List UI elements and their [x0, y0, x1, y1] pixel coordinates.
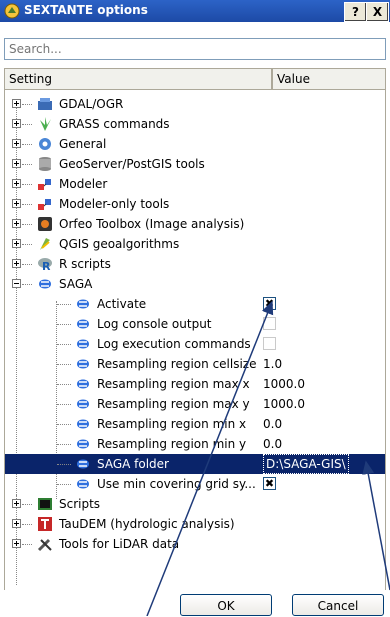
activate-checkbox[interactable]: ✖	[263, 297, 276, 310]
ok-button[interactable]: OK	[180, 594, 272, 616]
saga-icon	[77, 319, 89, 329]
saga-icon	[77, 459, 89, 469]
expand-icon[interactable]	[12, 239, 21, 248]
saga-icon	[77, 299, 89, 309]
title-bar: SEXTANTE options ? X	[0, 0, 390, 22]
tree-group-orfeo[interactable]: Orfeo Toolbox (Image analysis)	[5, 214, 385, 234]
saga-icon	[77, 479, 89, 489]
min-y-value[interactable]: 0.0	[263, 434, 282, 454]
qgis-icon	[40, 238, 50, 250]
expand-icon[interactable]	[12, 179, 21, 188]
help-button[interactable]: ?	[344, 2, 367, 22]
database-icon	[39, 157, 51, 171]
expand-icon[interactable]	[12, 519, 21, 528]
tree-group-modeler[interactable]: Modeler	[5, 174, 385, 194]
gdal-icon	[38, 98, 52, 110]
expand-icon[interactable]	[12, 539, 21, 548]
modeler-icon	[38, 179, 51, 190]
saga-icon	[77, 379, 89, 389]
setting-row-min-x[interactable]: Resampling region min x 0.0	[5, 414, 385, 434]
log-console-checkbox[interactable]	[263, 317, 276, 330]
tree-group-grass[interactable]: GRASS commands	[5, 114, 385, 134]
setting-row-min-y[interactable]: Resampling region min y 0.0	[5, 434, 385, 454]
min-covering-checkbox[interactable]: ✖	[263, 477, 276, 490]
setting-row-max-y[interactable]: Resampling region max y 1000.0	[5, 394, 385, 414]
svg-text:R: R	[42, 260, 51, 272]
setting-row-saga-folder[interactable]: SAGA folder D:\SAGA-GIS\	[5, 454, 385, 474]
expand-icon[interactable]	[12, 159, 21, 168]
tree-group-scripts[interactable]: Scripts	[5, 494, 385, 514]
window-title: SEXTANTE options	[24, 3, 148, 17]
search-input[interactable]	[4, 38, 386, 60]
expand-icon[interactable]	[12, 259, 21, 268]
gear-icon	[39, 138, 51, 150]
scripts-icon	[38, 498, 52, 510]
setting-row-log-console[interactable]: Log console output	[5, 314, 385, 334]
tree-group-taudem[interactable]: TauDEM (hydrologic analysis)	[5, 514, 385, 534]
setting-row-max-x[interactable]: Resampling region max x 1000.0	[5, 374, 385, 394]
expand-icon[interactable]	[12, 219, 21, 228]
tree-group-geoserver[interactable]: GeoServer/PostGIS tools	[5, 154, 385, 174]
tools-icon	[37, 538, 52, 552]
orfeo-icon	[38, 217, 52, 231]
expand-icon[interactable]	[12, 199, 21, 208]
tree-group-lidar[interactable]: Tools for LiDAR data	[5, 534, 385, 554]
setting-row-log-execution[interactable]: Log execution commands	[5, 334, 385, 354]
dialog-footer: OK Cancel	[0, 592, 390, 616]
sextante-icon	[4, 3, 20, 19]
setting-row-activate[interactable]: Activate ✖	[5, 294, 385, 314]
max-y-value[interactable]: 1000.0	[263, 394, 305, 414]
expand-icon[interactable]	[12, 99, 21, 108]
saga-icon	[77, 399, 89, 409]
tree-group-qgis[interactable]: QGIS geoalgorithms	[5, 234, 385, 254]
tree-group-gdal[interactable]: GDAL/OGR	[5, 94, 385, 114]
close-button[interactable]: X	[366, 2, 389, 22]
saga-icon	[77, 359, 89, 369]
modeler-icon	[38, 199, 51, 210]
expand-icon[interactable]	[12, 119, 21, 128]
collapse-icon[interactable]	[12, 279, 21, 288]
setting-row-cellsize[interactable]: Resampling region cellsize 1.0	[5, 354, 385, 374]
saga-folder-value[interactable]: D:\SAGA-GIS\	[263, 454, 349, 474]
cellsize-value[interactable]: 1.0	[263, 354, 282, 374]
saga-icon	[77, 419, 89, 429]
setting-column-header[interactable]: Setting	[4, 68, 272, 90]
r-icon: R	[38, 258, 52, 272]
expand-icon[interactable]	[12, 499, 21, 508]
max-x-value[interactable]: 1000.0	[263, 374, 305, 394]
settings-tree: GDAL/OGR GRASS commands General GeoServe…	[4, 90, 386, 590]
saga-icon	[77, 439, 89, 449]
setting-row-min-covering[interactable]: Use min covering grid sy... ✖	[5, 474, 385, 494]
taudem-icon	[38, 517, 52, 531]
tree-group-modeler-only[interactable]: Modeler-only tools	[5, 194, 385, 214]
tree-group-general[interactable]: General	[5, 134, 385, 154]
value-column-header[interactable]: Value	[272, 68, 386, 90]
log-execution-checkbox[interactable]	[263, 337, 276, 350]
saga-icon	[77, 339, 89, 349]
cancel-button[interactable]: Cancel	[292, 594, 384, 616]
tree-group-r-scripts[interactable]: R R scripts	[5, 254, 385, 274]
saga-icon	[39, 279, 51, 289]
expand-icon[interactable]	[12, 139, 21, 148]
min-x-value[interactable]: 0.0	[263, 414, 282, 434]
tree-group-saga[interactable]: SAGA	[5, 274, 385, 294]
grass-icon	[40, 117, 51, 131]
